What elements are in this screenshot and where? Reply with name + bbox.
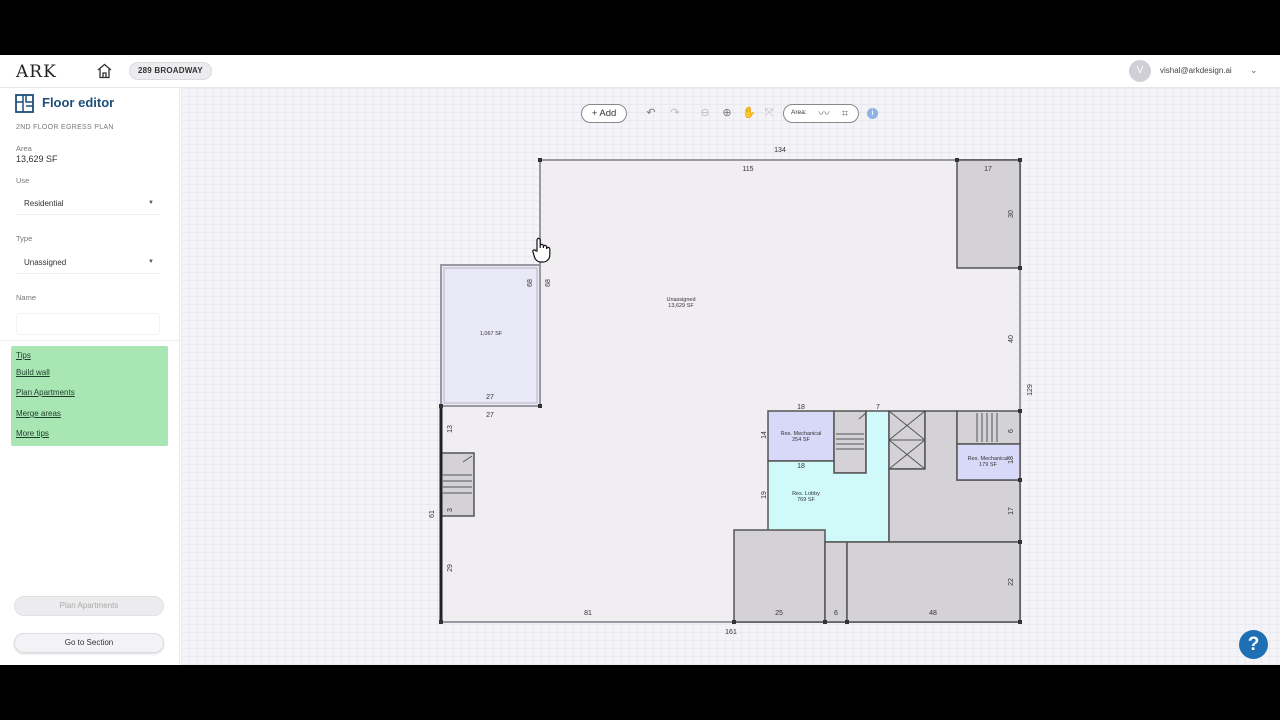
stair-core-1[interactable] bbox=[833, 410, 867, 474]
tip-more-tips[interactable]: More tips bbox=[16, 429, 49, 438]
dim-label: 30 bbox=[1008, 210, 1015, 218]
divider bbox=[0, 340, 180, 341]
plan-canvas[interactable]: + Add ↶ ↷ ⊖ ⊕ ✋ ⤧ Area: 〰 ⌗ i Unassigned… bbox=[181, 88, 1280, 665]
dim-label: 68 bbox=[527, 279, 534, 287]
ark-logo[interactable]: ARK bbox=[16, 62, 57, 82]
room-area: 13,629 SF bbox=[668, 303, 694, 309]
dim-label: 25 bbox=[775, 610, 783, 617]
dim-label: 17 bbox=[984, 166, 992, 173]
dim-label: 129 bbox=[1027, 384, 1034, 396]
dim-label: 161 bbox=[725, 629, 737, 636]
project-chip[interactable]: 289 BROADWAY bbox=[129, 62, 212, 80]
page-title: Floor editor bbox=[42, 95, 115, 110]
dim-label: 40 bbox=[1008, 335, 1015, 343]
floor-plan-icon bbox=[15, 94, 34, 113]
dim-label: 18 bbox=[797, 404, 805, 411]
use-select-value: Residential bbox=[24, 199, 64, 208]
room-area: 1,067 SF bbox=[480, 331, 503, 337]
user-email[interactable]: vishal@arkdesign.ai bbox=[1160, 66, 1232, 75]
dim-label: 81 bbox=[584, 610, 592, 617]
tip-build-wall[interactable]: Build wall bbox=[16, 368, 50, 377]
dim-label: 13 bbox=[447, 425, 454, 433]
dim-label: 27 bbox=[486, 394, 494, 401]
home-icon[interactable] bbox=[96, 63, 113, 79]
name-label: Name bbox=[16, 293, 37, 302]
top-bar: ARK 289 BROADWAY V vishal@arkdesign.ai ⌄ bbox=[0, 55, 1280, 88]
tips-panel: Tips Build wall Plan Apartments Merge ar… bbox=[11, 346, 168, 446]
plan-apartments-button[interactable]: Plan Apartments bbox=[14, 596, 164, 616]
tip-merge-areas[interactable]: Merge areas bbox=[16, 409, 61, 418]
dim-label: 18 bbox=[1008, 456, 1015, 464]
use-label: Use bbox=[16, 176, 30, 185]
dim-label: 68 bbox=[545, 279, 552, 287]
plan-subtitle: 2ND FLOOR EGRESS PLAN bbox=[16, 124, 114, 131]
area-label: Area bbox=[16, 144, 32, 153]
dim-label: 134 bbox=[774, 147, 786, 154]
dim-label: 17 bbox=[1008, 507, 1015, 515]
app-window: ARK 289 BROADWAY V vishal@arkdesign.ai ⌄… bbox=[0, 55, 1280, 665]
room-area: 179 SF bbox=[979, 462, 997, 468]
use-select[interactable]: Residential ▼ bbox=[16, 193, 160, 215]
dim-label: 22 bbox=[1008, 578, 1015, 586]
tip-plan-apartments[interactable]: Plan Apartments bbox=[16, 388, 75, 397]
dim-label: 14 bbox=[761, 431, 768, 439]
hand-cursor-icon bbox=[532, 237, 551, 263]
caret-down-icon: ▼ bbox=[148, 200, 154, 206]
stair-core-2[interactable] bbox=[956, 410, 1021, 445]
stair-core-left[interactable] bbox=[440, 452, 475, 517]
tips-title[interactable]: Tips bbox=[16, 351, 31, 360]
room-area: 254 SF bbox=[792, 437, 810, 443]
dim-label: 27 bbox=[486, 412, 494, 419]
room-area: 769 SF bbox=[797, 497, 815, 503]
dim-label: 18 bbox=[797, 463, 805, 470]
dim-label: 3 bbox=[447, 508, 454, 512]
dim-label: 48 bbox=[929, 610, 937, 617]
avatar[interactable]: V bbox=[1129, 60, 1151, 82]
dim-label: 61 bbox=[429, 510, 436, 518]
dim-label: 7 bbox=[876, 404, 880, 411]
sidebar: Floor editor 2ND FLOOR EGRESS PLAN Area … bbox=[0, 88, 180, 665]
area-value: 13,629 SF bbox=[16, 154, 58, 164]
dim-label: 19 bbox=[761, 491, 768, 499]
caret-down-icon: ▼ bbox=[148, 259, 154, 265]
dim-label: 6 bbox=[1008, 429, 1015, 433]
type-select-value: Unassigned bbox=[24, 258, 67, 267]
block-bottom-a[interactable] bbox=[733, 529, 826, 623]
name-input[interactable] bbox=[16, 313, 160, 335]
type-label: Type bbox=[16, 234, 33, 243]
help-button[interactable]: ? bbox=[1239, 630, 1268, 659]
type-select[interactable]: Unassigned ▼ bbox=[16, 252, 160, 274]
floor-plan[interactable]: Unassigned 13,629 SF 1,067 SF Res. Mecha… bbox=[181, 88, 1280, 665]
dim-label: 115 bbox=[742, 166, 753, 173]
dim-label: 6 bbox=[834, 610, 838, 617]
dim-label: 29 bbox=[447, 564, 454, 572]
chevron-down-icon[interactable]: ⌄ bbox=[1250, 65, 1258, 76]
go-to-section-button[interactable]: Go to Section bbox=[14, 633, 164, 653]
